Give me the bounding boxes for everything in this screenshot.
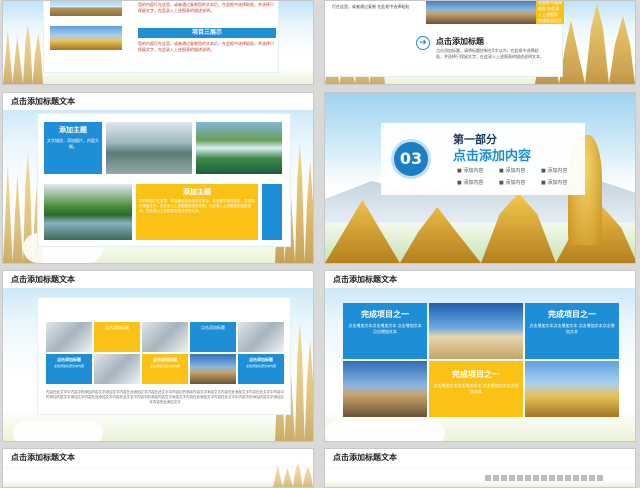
- project-title: 完成项目之一: [452, 370, 500, 379]
- cloud-decoration: [13, 421, 103, 441]
- yellow-note: 在此框中选择粘贴 在此录入上述图表 的描述说明文本: [536, 0, 564, 29]
- bullet-item: ■ 添加内容: [541, 168, 568, 174]
- slide-title: 点击添加标题文本: [333, 453, 397, 462]
- photo-field: [50, 26, 122, 50]
- grid-cell: 点击添加标题: [190, 322, 236, 352]
- photo-field: [525, 361, 619, 417]
- photo-bridge: [426, 1, 536, 24]
- slide-title: 点击添加标题文本: [11, 275, 75, 284]
- arrow-right-icon[interactable]: ➔: [416, 36, 430, 50]
- slide-thumbnail-8[interactable]: 点击添加标题文本: [324, 448, 636, 488]
- project-text: 点击增加文本点击增加文本 点击增加文本点击增加文本: [348, 323, 422, 334]
- photo-bridge: [343, 361, 427, 417]
- bullet-item: ■ 添加内容: [499, 168, 526, 174]
- project-text: 点击增加文本点击增加文本 点击增加文本点击增加文本: [433, 383, 519, 394]
- title-bar: 点击添加标题文本: [325, 449, 635, 466]
- content-panel: 打在这里，或者通过复制 在此框中选择粘贴 在此框中选择粘贴 在此录入上述图表 的…: [325, 0, 564, 77]
- topic-title: 添加主题: [59, 126, 87, 134]
- grid-cell: 点击添加标题 点击添加标题文本内容: [46, 354, 92, 384]
- title-bar: 点击添加标题文本: [3, 93, 313, 110]
- project-box: 完成项目之一 点击增加文本点击增加文本 点击增加文本点击增加文本: [429, 361, 523, 417]
- temple-decoration: [273, 463, 313, 487]
- block-a-text: 您的内容打在这里，或者通过复制您的文本后，在此框中选择粘贴，并选择只保留文字，在…: [138, 2, 274, 13]
- cell-text: 点击添加标题文本内容: [149, 364, 180, 368]
- grid-cell: 点击添加标题 点击添加标题文本内容: [238, 354, 284, 384]
- block-b-title: 项目三展示: [138, 28, 276, 38]
- item-text: 点击添加标题，请将标题控制在5字以内，在此框中选择粘贴，并选择只保留文字，在此录…: [436, 48, 544, 59]
- photo-waterfall: [196, 122, 282, 174]
- slide-thumbnail-5[interactable]: 点击添加标题文本 点击添加标题 点击添加标题 点击添加标题 点击添加标题文本内容…: [2, 270, 314, 442]
- content-panel: 点击添加标题 点击添加标题 点击添加标题 点击添加标题文本内容 点击添加标题 点…: [37, 297, 291, 415]
- project-box: 完成项目之一 点击增加文本点击增加文本 点击增加文本点击增加文本: [525, 303, 619, 359]
- slide-thumbnail-3[interactable]: 点击添加标题文本 添加主题 文字描述，添加图片，内容大概。 添加主题 您的内容打…: [2, 92, 314, 264]
- yellow-topic-box: 添加主题 您的内容打在这里，或者通过复制您的文本后，在此框中选择粘贴，并选择只保…: [136, 184, 258, 240]
- grid-cell: 点击添加标题 点击添加标题文本内容: [142, 354, 188, 384]
- left-text: 打在这里，或者通过复制 在此框中选择粘贴: [332, 4, 410, 9]
- title-bar: 点击添加标题文本: [325, 271, 635, 288]
- section-number-badge: 03: [391, 139, 431, 179]
- project-text: 点击增加文本点击增加文本 点击增加文本点击增加文本: [529, 323, 615, 334]
- photo-calculator: [94, 354, 140, 384]
- photo-handshake: [142, 322, 188, 352]
- block-b-text: 您的内容打在这里，或者通过复制您的文本后，在此框中选择粘贴，并选择只保留文字，在…: [138, 41, 274, 52]
- topic-text: 文字描述，添加图片，内容大概。: [47, 138, 99, 149]
- photo-river: [44, 184, 132, 240]
- slide-thumbnail-7[interactable]: 点击添加标题文本: [2, 448, 314, 488]
- slide-title: 点击添加标题文本: [333, 275, 397, 284]
- item-title: 点击添加标题: [436, 37, 484, 46]
- slide-thumbnail-1[interactable]: 您的内容打在这里，或者通过复制您的文本后，在此框中选择粘贴，并选择只保留文字，在…: [2, 0, 314, 85]
- title-bar: 点击添加标题文本: [3, 449, 313, 466]
- project-title: 完成项目之一: [361, 310, 409, 319]
- slide-thumbnail-4[interactable]: 03 第一部分 点击添加内容 ■ 添加内容 ■ 添加内容 ■ 添加内容 ■ 添加…: [324, 92, 636, 264]
- title-bar: 点击添加标题文本: [3, 271, 313, 288]
- body-text: 内容在此文字中内容中的添加内容文字添加文字内容在此添加文字内容在此文字中内容中的…: [46, 390, 284, 404]
- grid-cell: 点击添加标题: [94, 322, 140, 352]
- cloud-decoration: [325, 421, 445, 441]
- photo-lake: [106, 122, 192, 174]
- cell-text: 点击添加标题文本内容: [53, 364, 84, 368]
- topic-title: 添加主题: [183, 188, 211, 196]
- photo-temple: [50, 1, 122, 16]
- photo-laptop: [238, 322, 284, 352]
- blue-topic-box: 添加主题 文字描述，添加图片，内容大概。: [44, 122, 102, 174]
- slide-title: 点击添加标题文本: [11, 453, 75, 462]
- slide-thumbnail-2[interactable]: 打在这里，或者通过复制 在此框中选择粘贴 在此框中选择粘贴 在此录入上述图表 的…: [324, 0, 636, 85]
- text-placeholder-line: [485, 475, 605, 481]
- photo-meeting: [46, 322, 92, 352]
- cell-text: 点击添加标题文本内容: [245, 364, 276, 368]
- bullet-item: ■ 添加内容: [499, 180, 526, 186]
- topic-text: 您的内容打在这里，或者通过复制您的文本后，在此框中选择粘贴，并选择只保留文字，在…: [139, 199, 255, 213]
- bullet-item: ■ 添加内容: [541, 180, 568, 186]
- bullet-item: ■ 添加内容: [457, 168, 484, 174]
- photo-coast: [429, 303, 523, 359]
- slide-title: 点击添加标题文本: [11, 97, 75, 106]
- project-title: 完成项目之一: [548, 310, 596, 319]
- content-panel: 完成项目之一 点击增加文本点击增加文本 点击增加文本点击增加文本 完成项目之一 …: [341, 301, 621, 419]
- blue-accent-block: [262, 184, 282, 240]
- content-panel: 您的内容打在这里，或者通过复制您的文本后，在此框中选择粘贴，并选择只保留文字，在…: [43, 1, 279, 73]
- content-panel: 添加主题 文字描述，添加图片，内容大概。 添加主题 您的内容打在这里，或者通过复…: [37, 113, 291, 247]
- section-panel: 03 第一部分 点击添加内容 ■ 添加内容 ■ 添加内容 ■ 添加内容 ■ 添加…: [381, 123, 585, 195]
- project-box: 完成项目之一 点击增加文本点击增加文本 点击增加文本点击增加文本: [343, 303, 427, 359]
- bullet-grid: ■ 添加内容 ■ 添加内容 ■ 添加内容 ■ 添加内容 ■ 添加内容 ■ 添加内…: [457, 167, 583, 186]
- photo-bridge: [190, 354, 236, 384]
- slide-thumbnail-6[interactable]: 点击添加标题文本 完成项目之一 点击增加文本点击增加文本 点击增加文本点击增加文…: [324, 270, 636, 442]
- bullet-item: ■ 添加内容: [457, 180, 484, 186]
- section-heading: 点击添加内容: [453, 149, 532, 164]
